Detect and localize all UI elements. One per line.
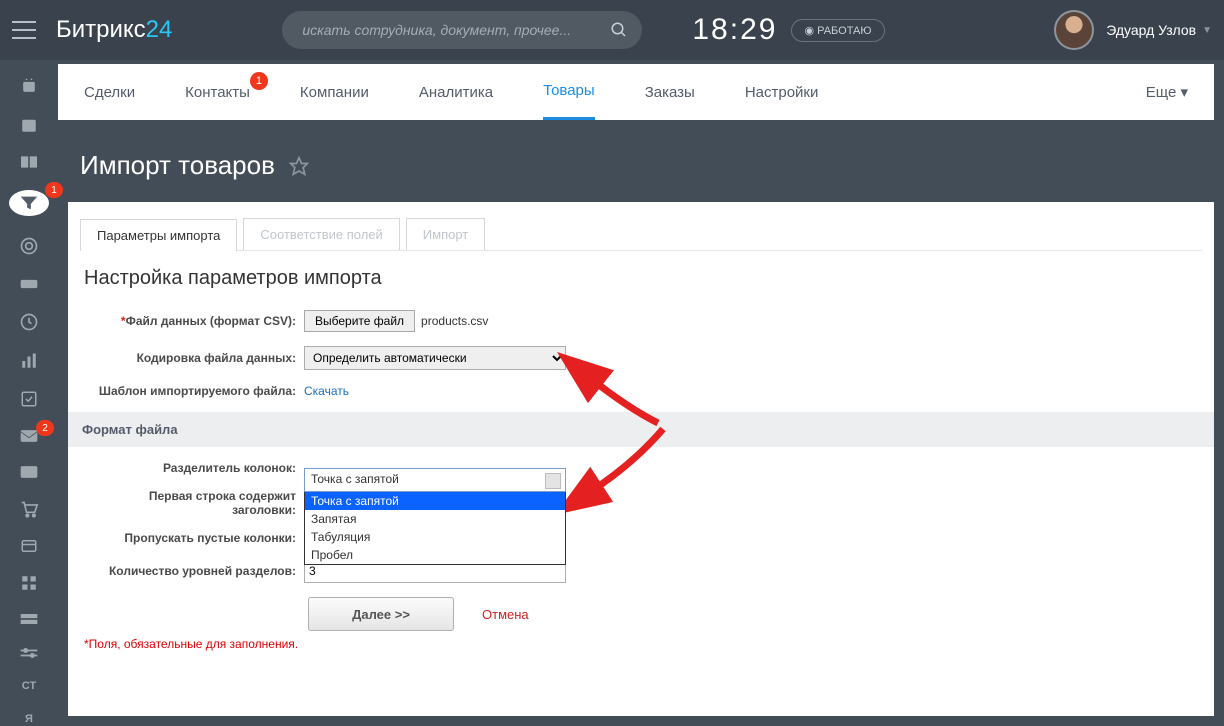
username[interactable]: Эдуард Узлов	[1106, 22, 1196, 38]
nav-more[interactable]: Еще ▾	[1146, 83, 1188, 101]
delimiter-select-value[interactable]: Точка с запятой	[304, 468, 566, 492]
rail-server-icon[interactable]	[18, 612, 40, 626]
choose-file-button[interactable]: Выберите файл	[304, 310, 415, 332]
step-tab-params[interactable]: Параметры импорта	[80, 219, 237, 251]
logo[interactable]: Битрикс24	[56, 16, 172, 44]
rail-apps-icon[interactable]	[18, 574, 40, 592]
tab-products[interactable]: Товары	[543, 64, 595, 120]
tab-contacts[interactable]: Контакты 1	[185, 66, 250, 119]
tab-orders[interactable]: Заказы	[645, 66, 695, 119]
tab-settings[interactable]: Настройки	[745, 66, 819, 119]
rail-drive-icon[interactable]	[18, 276, 40, 292]
rail-clock-icon[interactable]	[18, 312, 40, 332]
delimiter-option-list: Точка с запятой Запятая Табуляция Пробел	[304, 492, 566, 565]
rail-calendar-icon[interactable]	[18, 116, 40, 134]
logo-suffix: 24	[146, 16, 173, 43]
section-heading: Настройка параметров импорта	[84, 267, 1202, 290]
rail-cart-icon[interactable]	[18, 500, 40, 518]
rail-check-icon[interactable]	[18, 390, 40, 408]
step-tab-import[interactable]: Импорт	[406, 218, 485, 250]
logo-text: Битрикс	[56, 16, 146, 43]
delimiter-option-semicolon[interactable]: Точка с запятой	[305, 492, 565, 510]
favorite-star-icon[interactable]	[289, 156, 309, 176]
rail-ya[interactable]: Я	[18, 713, 40, 726]
left-rail: 1 2 СТ Я	[0, 60, 58, 726]
search-input[interactable]	[282, 11, 642, 49]
rail-settings-icon[interactable]	[18, 646, 40, 659]
rail-crm-icon[interactable]	[18, 464, 40, 480]
rail-book-icon[interactable]	[18, 154, 40, 170]
levels-label: Количество уровней разделов:	[84, 564, 304, 578]
delimiter-option-comma[interactable]: Запятая	[305, 510, 565, 528]
encoding-label: Кодировка файла данных:	[84, 351, 304, 365]
content-panel: Параметры импорта Соответствие полей Имп…	[68, 202, 1214, 716]
firstrow-label: Первая строка содержит заголовки:	[84, 489, 304, 517]
required-footnote: *Поля, обязательные для заполнения.	[80, 631, 1202, 651]
nav-tabs: Сделки Контакты 1 Компании Аналитика Тов…	[58, 64, 1214, 120]
rail-window-icon[interactable]	[18, 538, 40, 554]
rail-mail-badge: 2	[36, 420, 54, 436]
main-menu-icon[interactable]	[12, 21, 36, 39]
file-format-section: Формат файла	[68, 412, 1214, 447]
rail-android-icon[interactable]	[18, 76, 40, 96]
next-button[interactable]: Далее >>	[308, 597, 454, 631]
chevron-down-icon: ▾	[1180, 84, 1188, 101]
rail-chart-icon[interactable]	[18, 352, 40, 370]
rail-cart-badge: 1	[45, 182, 63, 198]
delimiter-select[interactable]: Точка с запятой Точка с запятой Запятая …	[304, 468, 566, 565]
contacts-badge: 1	[250, 72, 268, 90]
page-title: Импорт товаров	[80, 150, 275, 181]
file-label: *Файл данных (формат CSV):	[84, 314, 304, 328]
download-template-link[interactable]: Скачать	[304, 384, 349, 398]
delimiter-label: Разделитель колонок:	[84, 461, 304, 475]
step-tab-mapping[interactable]: Соответствие полей	[243, 218, 399, 250]
avatar[interactable]	[1054, 10, 1094, 50]
user-menu-chevron-icon[interactable]: ▼	[1202, 25, 1212, 36]
delimiter-option-space[interactable]: Пробел	[305, 546, 565, 564]
clock: 18:29	[692, 13, 777, 47]
encoding-select[interactable]: Определить автоматически	[304, 346, 566, 370]
rail-mail-icon[interactable]: 2	[18, 428, 40, 444]
tab-analytics[interactable]: Аналитика	[419, 66, 493, 119]
chosen-file-name: products.csv	[421, 314, 488, 328]
work-status[interactable]: ◉ РАБОТАЮ	[791, 19, 884, 42]
delimiter-option-tab[interactable]: Табуляция	[305, 528, 565, 546]
skipempty-label: Пропускать пустые колонки:	[84, 531, 304, 545]
tab-deals[interactable]: Сделки	[84, 66, 135, 119]
rail-filter-active-icon[interactable]: 1	[9, 190, 49, 216]
rail-target-icon[interactable]	[18, 236, 40, 256]
template-label: Шаблон импортируемого файла:	[84, 384, 304, 398]
search-icon[interactable]	[610, 21, 628, 39]
rail-st[interactable]: СТ	[18, 680, 40, 693]
tab-companies[interactable]: Компании	[300, 66, 369, 119]
cancel-link[interactable]: Отмена	[482, 607, 529, 622]
